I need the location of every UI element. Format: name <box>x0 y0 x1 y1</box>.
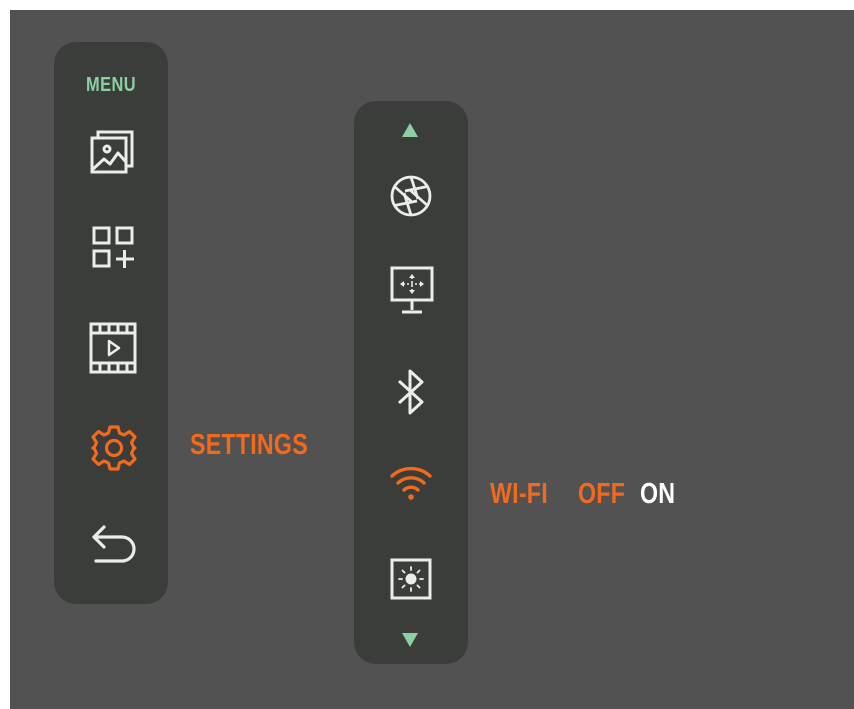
menu-title: MENU <box>86 74 136 96</box>
wifi-on-option[interactable]: ON <box>640 478 675 511</box>
camera-screen: MENU SETTINGS WI-FI OFF ON <box>10 10 854 709</box>
bluetooth-icon[interactable] <box>396 367 426 417</box>
video-film-icon[interactable] <box>89 322 137 374</box>
aperture-icon[interactable] <box>389 174 433 218</box>
brightness-icon[interactable] <box>390 558 432 600</box>
wifi-off-option[interactable]: OFF <box>578 478 625 511</box>
add-apps-icon[interactable] <box>92 226 136 270</box>
scroll-up-arrow-icon[interactable] <box>402 123 418 137</box>
gear-icon[interactable] <box>90 424 138 472</box>
main-menu-panel: MENU <box>54 42 168 604</box>
settings-label: SETTINGS <box>190 429 308 461</box>
scroll-down-arrow-icon[interactable] <box>402 633 418 647</box>
return-arrow-icon[interactable] <box>90 524 140 572</box>
settings-submenu-panel <box>354 101 468 664</box>
gallery-icon[interactable] <box>89 129 135 175</box>
wifi-icon[interactable] <box>389 464 433 502</box>
wifi-label: WI-FI <box>490 478 548 510</box>
monitor-move-icon[interactable] <box>390 266 434 316</box>
